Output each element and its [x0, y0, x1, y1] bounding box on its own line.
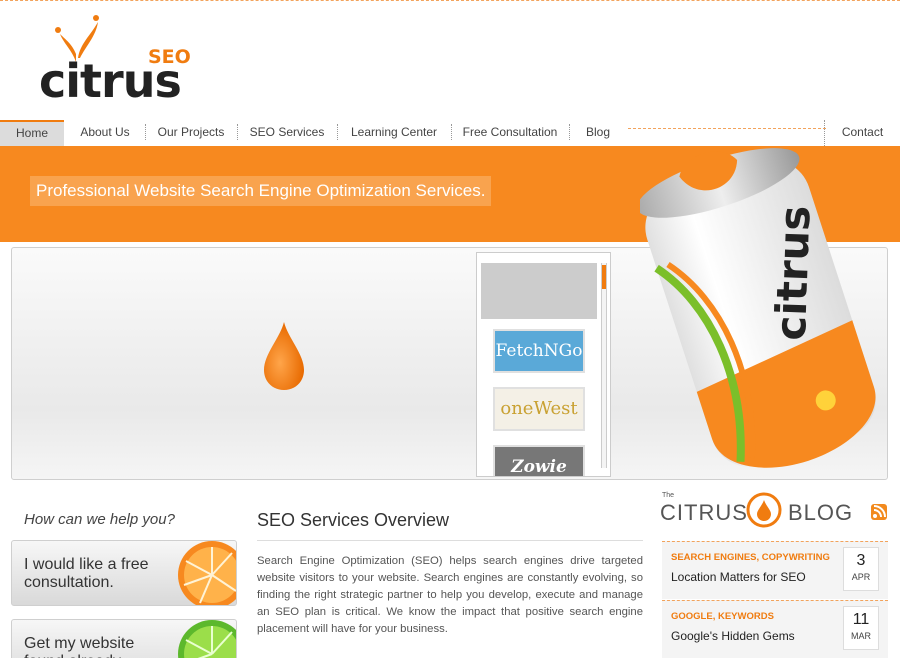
blog-post[interactable]: GOOGLE, KEYWORDS Google's Hidden Gems 11… [662, 600, 888, 658]
scrollbar-handle[interactable] [602, 265, 606, 289]
blog-post-category[interactable]: GOOGLE, KEYWORDS [671, 611, 774, 622]
overview-text: Search Engine Optimization (SEO) helps s… [257, 555, 643, 635]
top-dashed-line [0, 0, 900, 1]
blog-post-day: 11 [852, 611, 870, 628]
thumbnail-onewest[interactable]: oneWest [493, 387, 585, 431]
nav-our-projects[interactable]: Our Projects [146, 120, 236, 146]
blog-post-title[interactable]: Location Matters for SEO [671, 570, 806, 584]
thumbnail-placeholder[interactable] [481, 263, 597, 319]
blog-post-title[interactable]: Google's Hidden Gems [671, 629, 795, 643]
nav-home[interactable]: Home [0, 120, 64, 146]
lime-slice-icon [178, 620, 236, 658]
nav-learning-center[interactable]: Learning Center [338, 120, 450, 146]
blog-drop-icon [746, 492, 782, 528]
citrus-can-illustration: citrus [640, 148, 876, 468]
thumbnail-zowie[interactable]: Zowie [493, 445, 585, 476]
portfolio-thumbnail-list[interactable]: FetchNGo oneWest Zowie [476, 252, 611, 477]
blog-post-date: 3 APR [843, 547, 879, 591]
citrus-blog-logo[interactable]: The CITRUS BLOG [660, 492, 900, 532]
blog-post[interactable]: SEARCH ENGINES, COPYWRITING Location Mat… [662, 541, 888, 599]
blog-post-date: 11 MAR [843, 606, 879, 650]
help-title: How can we help you? [24, 511, 175, 528]
cta-label: Get my website found already. [24, 635, 135, 658]
thumbnail-scrollbar[interactable] [601, 263, 607, 468]
blog-post-category[interactable]: SEARCH ENGINES, COPYWRITING [671, 552, 830, 563]
orange-slice-icon [178, 541, 236, 605]
citrus-seo-logo[interactable]: citrus SEO [36, 14, 206, 104]
svg-text:citrus: citrus [766, 205, 820, 342]
banner-tagline: Professional Website Search Engine Optim… [30, 176, 492, 206]
nav-free-consultation[interactable]: Free Consultation [452, 120, 568, 146]
thumbnail-fetchngo[interactable]: FetchNGo [493, 329, 585, 373]
blog-post-month: APR [851, 572, 871, 582]
orange-drop-icon [264, 322, 304, 390]
cta-label: I would like a free consultation. [24, 556, 149, 591]
nav-dashed-line [628, 128, 826, 129]
blog-logo-the: The [662, 492, 675, 499]
thumbnail-label: oneWest [495, 389, 583, 429]
main-navigation: Home About Us Our Projects SEO Services … [0, 120, 900, 146]
nav-blog[interactable]: Blog [570, 120, 626, 146]
website-found-button[interactable]: Get my website found already. [11, 619, 237, 658]
blog-post-month: MAR [851, 631, 871, 641]
nav-seo-services[interactable]: SEO Services [238, 120, 336, 146]
free-consultation-button[interactable]: I would like a free consultation. [11, 540, 237, 606]
rss-icon[interactable] [871, 504, 887, 520]
thumbnail-label: FetchNGo [495, 331, 583, 371]
thumbnail-label: Zowie [495, 447, 583, 476]
nav-about-us[interactable]: About Us [66, 120, 144, 146]
logo-seo-badge: SEO [148, 46, 191, 68]
blog-post-day: 3 [856, 552, 866, 569]
overview-title: SEO Services Overview [257, 510, 450, 530]
nav-contact[interactable]: Contact [824, 120, 900, 146]
blog-logo-citrus: CITRUS [660, 500, 748, 525]
overview-divider [257, 540, 643, 541]
blog-logo-blog: BLOG [788, 500, 854, 525]
